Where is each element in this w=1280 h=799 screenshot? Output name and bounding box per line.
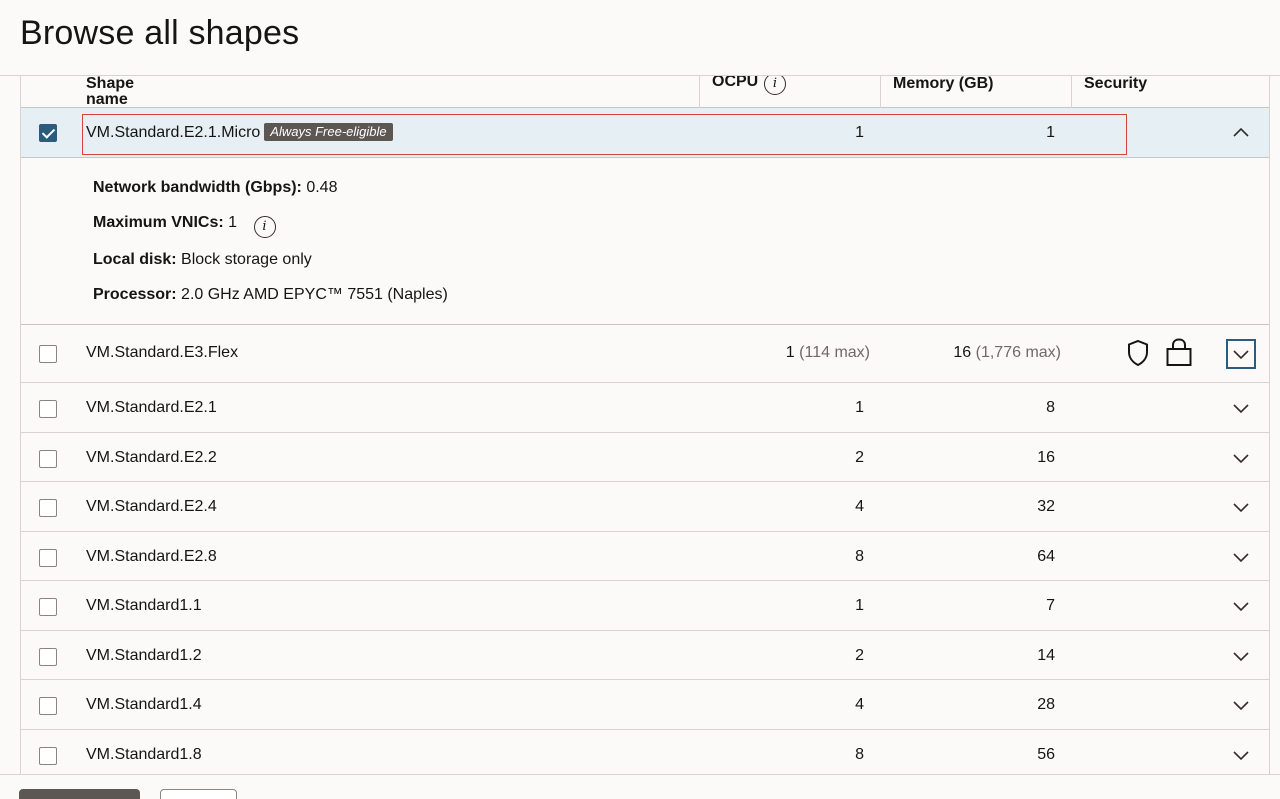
table-row[interactable]: VM.Standard.E2.8 8 64 (21, 532, 1269, 581)
info-icon[interactable]: i (764, 76, 786, 95)
column-label: OCPU (712, 76, 759, 90)
cancel-button[interactable] (160, 789, 237, 799)
row-checkbox[interactable] (39, 648, 57, 666)
table-row[interactable]: VM.Standard.E2.2 2 16 (21, 433, 1269, 482)
detail-vnics: Maximum VNICs: 1 i (93, 214, 276, 238)
table-row[interactable]: VM.Standard1.1 1 7 (21, 581, 1269, 631)
page-title: Browse all shapes (20, 14, 300, 52)
shape-name: VM.Standard1.4 (86, 696, 202, 713)
chevron-down-icon[interactable] (1229, 594, 1253, 618)
info-icon[interactable]: i (253, 216, 276, 238)
column-label: Shape name (86, 76, 135, 108)
row-checkbox[interactable] (39, 345, 57, 363)
detail-label: Local disk: (93, 251, 177, 268)
ocpu-value: 1 (855, 124, 864, 141)
chevron-down-icon[interactable] (1229, 446, 1253, 470)
row-checkbox[interactable] (39, 598, 57, 616)
ocpu-value: 1 (114 max) (786, 344, 870, 362)
memory-current: 16 (953, 344, 972, 361)
ocpu-value: 4 (855, 498, 864, 515)
shape-name: VM.Standard1.1 (86, 597, 202, 614)
row-checkbox[interactable] (39, 697, 57, 715)
ocpu-value: 2 (855, 647, 864, 664)
shape-name: VM.Standard.E2.1 (86, 399, 217, 416)
table-row[interactable]: VM.Standard1.4 4 28 (21, 680, 1269, 730)
detail-value: Block storage only (181, 251, 312, 268)
dialog-footer (0, 774, 1280, 799)
chevron-down-icon (1233, 350, 1249, 360)
select-shape-button[interactable] (19, 789, 140, 799)
free-eligible-badge: Always Free-eligible (264, 123, 393, 141)
table-row[interactable]: VM.Standard.E2.4 4 32 (21, 482, 1269, 532)
shape-name: VM.Standard1.8 (86, 746, 202, 763)
chevron-down-icon[interactable] (1229, 743, 1253, 767)
table-header: Shape name OCPU i Memory (GB) Security (21, 76, 1269, 108)
shield-icon (1125, 338, 1151, 368)
memory-value: 1 (1046, 124, 1055, 141)
ocpu-value: 1 (855, 399, 864, 416)
column-header-security[interactable]: Security (1071, 76, 1269, 108)
memory-value: 28 (1037, 696, 1055, 713)
detail-processor: Processor: 2.0 GHz AMD EPYC™ 7551 (Naple… (93, 286, 448, 304)
chevron-down-icon[interactable] (1229, 693, 1253, 717)
ocpu-value: 4 (855, 696, 864, 713)
memory-value: 14 (1037, 647, 1055, 664)
detail-local-disk: Local disk: Block storage only (93, 251, 312, 269)
ocpu-value: 8 (855, 746, 864, 763)
memory-value: 56 (1037, 746, 1055, 763)
row-checkbox[interactable] (39, 499, 57, 517)
ocpu-value: 1 (855, 597, 864, 614)
shape-name: VM.Standard.E2.1.Micro Always Free-eligib… (86, 123, 393, 142)
shape-name: VM.Standard.E2.4 (86, 498, 217, 515)
chevron-down-icon[interactable] (1229, 396, 1253, 420)
ocpu-max: (114 max) (799, 344, 870, 361)
detail-label: Network bandwidth (Gbps): (93, 179, 302, 196)
column-label: Memory (GB) (893, 76, 994, 92)
detail-value: 2.0 GHz AMD EPYC™ 7551 (Naples) (181, 286, 448, 303)
memory-value: 16 (1037, 449, 1055, 466)
row-checkbox[interactable] (39, 450, 57, 468)
row-checkbox[interactable] (39, 549, 57, 567)
column-header-ocpu[interactable]: OCPU i (699, 76, 881, 108)
shape-name-text: VM.Standard.E2.1.Micro (86, 124, 261, 141)
page-header: Browse all shapes (0, 0, 1280, 76)
chevron-down-icon[interactable] (1229, 545, 1253, 569)
chevron-down-icon[interactable] (1229, 644, 1253, 668)
table-row[interactable]: VM.Standard1.2 2 14 (21, 631, 1269, 680)
detail-bandwidth: Network bandwidth (Gbps): 0.48 (93, 179, 337, 197)
detail-value: 0.48 (306, 179, 338, 196)
shape-name: VM.Standard.E2.2 (86, 449, 217, 466)
memory-max: (1,776 max) (975, 344, 1061, 361)
expand-row-button[interactable] (1226, 339, 1256, 369)
row-checkbox[interactable] (39, 124, 57, 142)
column-header-memory[interactable]: Memory (GB) (880, 76, 1072, 108)
memory-value: 16 (1,776 max) (953, 344, 1061, 362)
memory-value: 8 (1046, 399, 1055, 416)
memory-value: 32 (1037, 498, 1055, 515)
chevron-up-icon[interactable] (1229, 121, 1253, 145)
row-checkbox[interactable] (39, 400, 57, 418)
memory-value: 7 (1046, 597, 1055, 614)
ocpu-value: 2 (855, 449, 864, 466)
shape-details: Network bandwidth (Gbps): 0.48 Maximum V… (21, 158, 1269, 325)
table-row[interactable]: VM.Standard1.8 8 56 (21, 730, 1269, 774)
shape-name: VM.Standard.E2.8 (86, 548, 217, 565)
chevron-down-icon[interactable] (1229, 495, 1253, 519)
detail-label: Maximum VNICs: (93, 214, 224, 231)
shape-name: VM.Standard.E3.Flex (86, 344, 239, 361)
detail-value: 1 (228, 214, 238, 231)
table-row-selected[interactable]: VM.Standard.E2.1.Micro Always Free-eligib… (21, 108, 1269, 158)
memory-value: 64 (1037, 548, 1055, 565)
ocpu-value: 8 (855, 548, 864, 565)
column-label: Security (1084, 76, 1148, 92)
shape-name: VM.Standard1.2 (86, 647, 202, 664)
detail-label: Processor: (93, 286, 177, 303)
ocpu-current: 1 (785, 344, 795, 361)
shapes-table: Shape name OCPU i Memory (GB) Security V… (20, 76, 1270, 774)
table-row[interactable]: VM.Standard.E2.1 1 8 (21, 383, 1269, 433)
lock-icon (1165, 337, 1192, 367)
row-checkbox[interactable] (39, 747, 57, 765)
table-row[interactable]: VM.Standard.E3.Flex 1 (114 max) 16 (1,77… (21, 325, 1269, 383)
